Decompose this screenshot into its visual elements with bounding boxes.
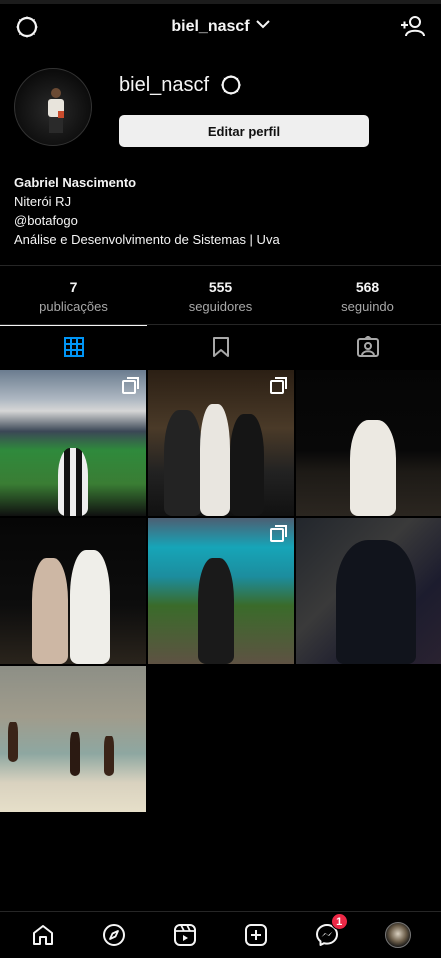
reels-icon[interactable] <box>172 922 198 948</box>
person-figure <box>70 550 110 664</box>
bio-line-course: Análise e Desenvolvimento de Sistemas | … <box>14 232 280 247</box>
edit-profile-button[interactable]: Editar perfil <box>119 115 369 147</box>
post-night-photo[interactable] <box>296 370 441 516</box>
stat-following[interactable]: 568 seguindo <box>294 266 441 324</box>
bottom-nav: 1 <box>0 911 441 958</box>
bio-line-location: Niterói RJ <box>14 194 72 209</box>
stat-posts-count: 7 <box>69 279 78 295</box>
person-figure <box>104 736 114 776</box>
explore-icon[interactable] <box>101 922 127 948</box>
profile-username: biel_nascf <box>119 74 210 96</box>
person-figure <box>198 558 234 664</box>
tagged-icon <box>356 336 380 358</box>
grid-icon <box>63 336 85 358</box>
stat-following-label: seguindo <box>341 299 394 314</box>
tab-saved[interactable] <box>147 325 294 369</box>
person-figure <box>70 732 80 776</box>
account-switcher[interactable]: biel_nascf <box>0 18 441 36</box>
post-friends-photo[interactable] <box>148 370 294 516</box>
tab-grid[interactable] <box>0 325 147 369</box>
person-figure <box>58 448 88 516</box>
person-figure <box>8 722 18 762</box>
person-figure <box>336 540 416 664</box>
options-icon[interactable] <box>219 73 243 97</box>
post-beach-trail-photo[interactable] <box>148 518 294 664</box>
post-beach-photo[interactable] <box>0 666 146 812</box>
add-user-icon[interactable] <box>399 14 427 40</box>
post-city-view-photo[interactable] <box>296 518 441 664</box>
person-figure <box>200 404 230 516</box>
profile-tabs <box>0 325 441 369</box>
create-icon[interactable] <box>243 922 269 948</box>
posts-grid <box>0 370 441 812</box>
stat-following-count: 568 <box>355 279 380 295</box>
avatar <box>384 922 411 948</box>
stat-followers-count: 555 <box>208 279 233 295</box>
profile-stats: 7 publicações 555 seguidores 568 seguind… <box>0 265 441 325</box>
person-figure <box>164 410 202 516</box>
home-icon[interactable] <box>30 922 56 948</box>
chevron-down-icon <box>255 20 270 29</box>
messenger-badge: 1 <box>330 913 348 930</box>
person-figure <box>350 420 396 516</box>
stat-followers[interactable]: 555 seguidores <box>147 266 294 324</box>
stat-posts[interactable]: 7 publicações <box>0 266 147 324</box>
multiple-photos-icon <box>270 377 287 394</box>
saved-icon <box>211 336 231 358</box>
profile-avatar[interactable] <box>14 68 92 146</box>
full-name: Gabriel Nascimento <box>14 175 137 190</box>
top-bar: biel_nascf <box>0 0 441 50</box>
post-stadium-photo[interactable] <box>0 370 146 516</box>
header-username: biel_nascf <box>171 18 250 35</box>
stat-posts-label: publicações <box>39 299 108 314</box>
bio-line-mention[interactable]: @botafogo <box>14 211 280 230</box>
profile-tab-avatar[interactable] <box>384 922 411 948</box>
post-couple-photo[interactable] <box>0 518 146 664</box>
bio: Gabriel Nascimento Niterói RJ @botafogo … <box>14 173 280 249</box>
multiple-photos-icon <box>270 525 287 542</box>
tab-tagged[interactable] <box>294 325 441 369</box>
person-figure <box>32 558 68 664</box>
messenger-icon[interactable]: 1 <box>314 913 348 948</box>
multiple-photos-icon <box>122 377 139 394</box>
person-figure <box>230 414 264 516</box>
stat-followers-label: seguidores <box>188 299 253 314</box>
